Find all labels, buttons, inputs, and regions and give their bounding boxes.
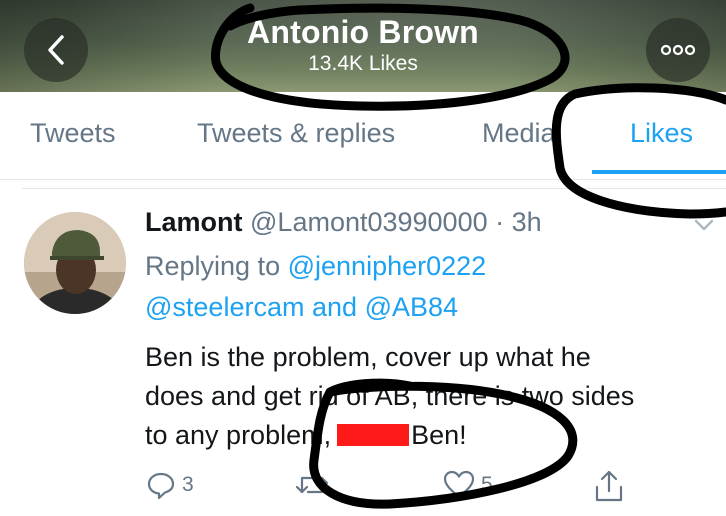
profile-header: Antonio Brown 13.4K Likes xyxy=(0,0,726,92)
share-button[interactable] xyxy=(594,470,624,502)
avatar-photo xyxy=(24,212,126,314)
tweet-text-line: does and get rid of AB, there is two sid… xyxy=(145,381,635,411)
reply-button[interactable]: 3 xyxy=(146,470,194,500)
divider xyxy=(0,179,726,180)
heart-icon xyxy=(443,470,475,499)
mention-link[interactable]: @AB84 xyxy=(365,292,458,322)
mention-link[interactable]: @steelercam xyxy=(145,292,304,322)
more-options-button[interactable] xyxy=(646,18,710,82)
chevron-down-icon xyxy=(694,219,714,231)
like-button[interactable]: 5 xyxy=(443,470,493,500)
retweet-button[interactable] xyxy=(296,470,334,500)
tweet-text-line: Ben is the problem, cover up what he xyxy=(145,342,591,372)
tab-tweets[interactable]: Tweets xyxy=(30,118,116,149)
tab-tweets-replies[interactable]: Tweets & replies xyxy=(197,118,395,149)
replying-to-continued: @steelercam and @AB84 xyxy=(145,292,458,323)
tweet-text-fragment: Ben! xyxy=(411,420,467,450)
active-tab-indicator xyxy=(592,170,726,174)
author-name[interactable]: Lamont xyxy=(145,207,243,237)
replying-prefix: Replying to xyxy=(145,251,281,281)
retweet-icon xyxy=(296,476,328,494)
avatar[interactable] xyxy=(24,212,126,314)
reply-count: 3 xyxy=(182,473,194,496)
tweet-options-button[interactable] xyxy=(694,218,714,237)
likes-count: 13.4K Likes xyxy=(308,52,418,75)
tweet-time: 3h xyxy=(511,207,542,237)
separator: · xyxy=(495,207,505,237)
redaction-box xyxy=(337,424,410,446)
tab-media[interactable]: Media xyxy=(482,118,556,149)
tweet-text-fragment: to any problem, xyxy=(145,420,332,450)
author-handle[interactable]: @Lamont03990000 xyxy=(250,207,488,237)
tweet-text-line: to any problem, Ben! xyxy=(145,416,715,455)
profile-tabs: Tweets Tweets & replies Media Likes xyxy=(0,92,726,180)
tweet-actions: 3 5 xyxy=(0,470,726,510)
like-count: 5 xyxy=(481,473,493,496)
share-icon xyxy=(595,470,623,502)
mention-link[interactable]: @jennipher0222 xyxy=(288,251,487,281)
profile-name: Antonio Brown xyxy=(247,14,479,50)
reply-icon xyxy=(147,472,175,500)
tab-likes[interactable]: Likes xyxy=(630,118,693,149)
mention-joiner: and xyxy=(311,292,358,322)
divider xyxy=(22,188,726,189)
tweet-text: Ben is the problem, cover up what he doe… xyxy=(145,338,715,455)
replying-to: Replying to @jennipher0222 xyxy=(145,251,486,282)
tweet-header: Lamont @Lamont03990000 · 3h xyxy=(145,207,542,238)
ellipsis-icon xyxy=(660,44,696,56)
